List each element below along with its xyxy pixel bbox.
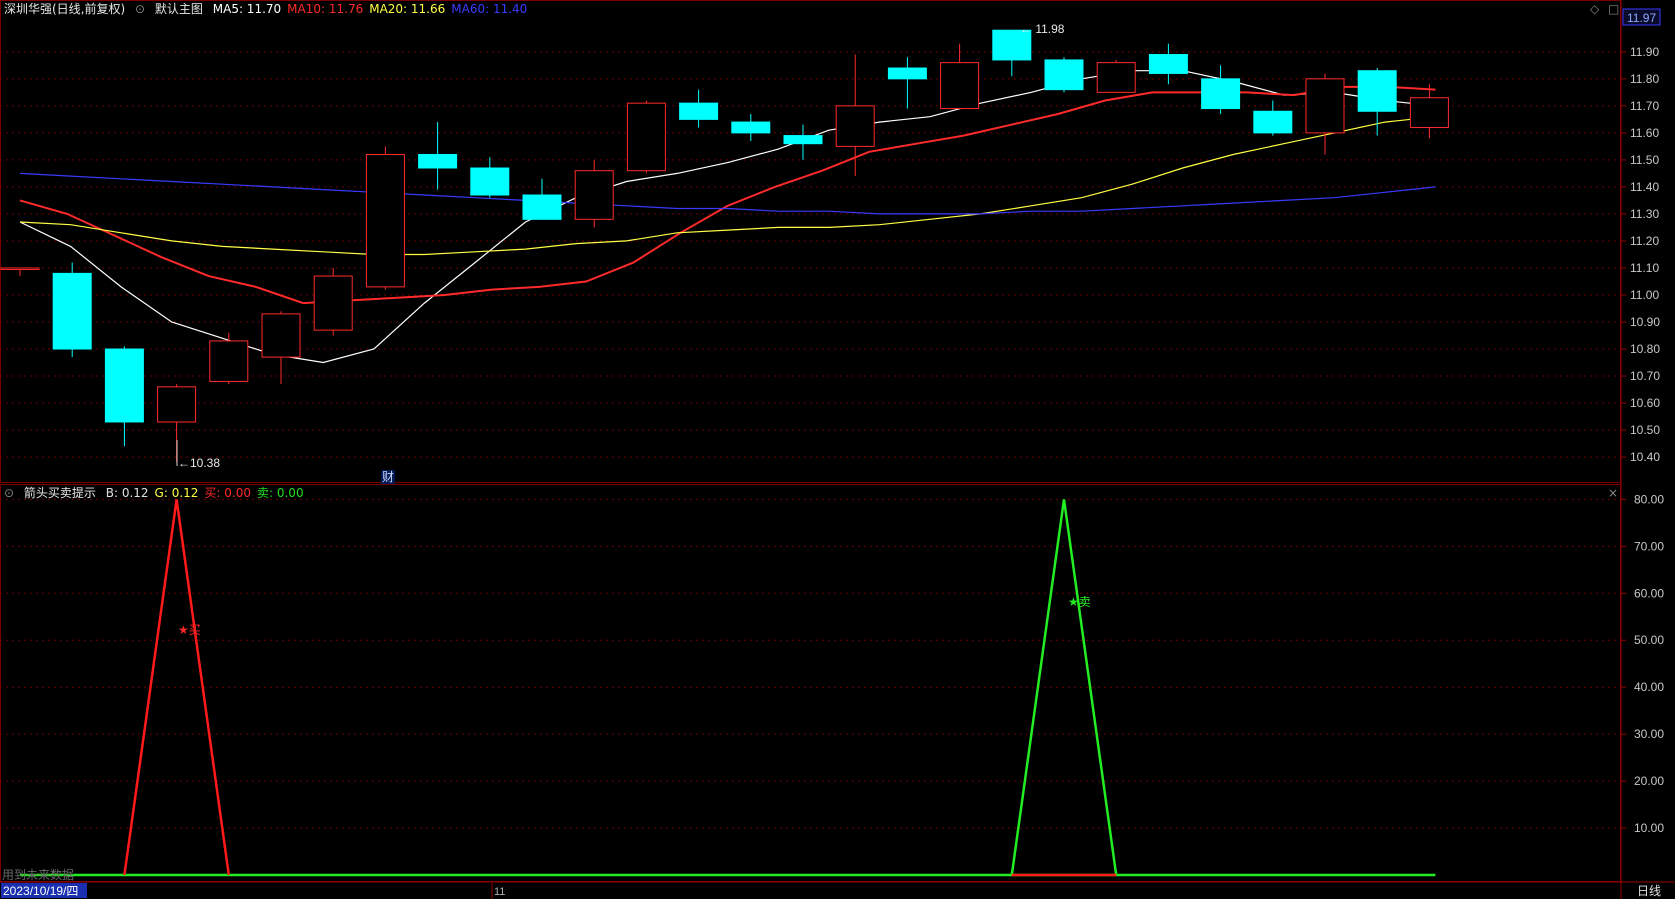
indicator-grid [0, 498, 1621, 829]
candle-down [1253, 110, 1293, 134]
price-tick-label: 10.80 [1630, 342, 1660, 356]
price-grid [0, 51, 1621, 458]
signal-line-buy [123, 499, 231, 876]
indicator-legend-item: G: 0.12 [154, 486, 199, 500]
ma-legend-item: MA20: 11.66 [369, 2, 446, 16]
candle-down [679, 102, 719, 120]
price-tick-label: 11.00 [1630, 288, 1659, 302]
price-tick-label: 10.70 [1630, 369, 1660, 383]
price-axis: 11.90 11.80 11.70 11.60 11.50 11.40 11.30 11.20… [1621, 45, 1660, 464]
indicator-panel-frame [0, 484, 1621, 882]
panel-toggle-icon[interactable]: □ [1608, 2, 1619, 16]
candle-down [1357, 70, 1397, 112]
candle-down [887, 67, 927, 80]
indicator-legend: B: 0.12 G: 0.12 买: 0.00 卖: 0.00 [106, 486, 310, 500]
ma-legend-item: MA5: 11.70 [212, 2, 282, 16]
indicator-tick-label: 30.00 [1634, 727, 1664, 741]
candle-down [731, 121, 771, 134]
price-tick-label: 11.70 [1630, 99, 1659, 113]
financial-report-marker[interactable]: 财 [382, 470, 394, 484]
indicator-close-icon[interactable]: × [1608, 486, 1618, 500]
chart-menu-icon[interactable]: ⊙ [135, 2, 145, 16]
indicator-name[interactable]: 箭头买卖提示 [24, 486, 96, 500]
indicator-tick-label: 50.00 [1634, 633, 1664, 647]
ma-line-ma20 [19, 116, 1436, 256]
candle-down [52, 272, 92, 350]
candle-up [365, 153, 405, 288]
price-tick-label: 11.20 [1630, 234, 1659, 248]
price-tick-label: 11.40 [1630, 180, 1659, 194]
candle-down [1201, 78, 1241, 110]
price-tick-label: 10.90 [1630, 315, 1660, 329]
indicator-legend-item: B: 0.12 [105, 486, 149, 500]
ma-legend-item: MA60: 11.40 [451, 2, 528, 16]
candle-down [418, 153, 458, 169]
candle-down [783, 135, 823, 145]
ma-legend: MA5: 11.70 MA10: 11.76 MA20: 11.66 MA60: 11… [213, 2, 534, 16]
price-tick-label: 11.90 [1630, 45, 1659, 59]
price-tick-label: 10.40 [1630, 450, 1660, 464]
candle-up [1305, 78, 1345, 134]
indicator-tick-label: 60.00 [1634, 586, 1664, 600]
candle-up [574, 170, 614, 220]
indicator-legend-item: 买: 0.00 [204, 486, 251, 500]
price-tick-label: 11.10 [1630, 261, 1659, 275]
chart-name[interactable]: 默认主图 [155, 2, 203, 16]
candle-down [470, 167, 510, 196]
indicator-tick-label: 40.00 [1634, 680, 1664, 694]
indicator-axis: 80.00 70.00 60.00 50.00 40.00 30.00 20.00 10.00 [1621, 492, 1664, 835]
date-cursor-label: 2023/10/19/四 [3, 884, 78, 898]
candle-up [0, 267, 40, 270]
candle-up [261, 313, 301, 358]
price-tick-label: 10.60 [1630, 396, 1660, 410]
candle-down [104, 348, 144, 423]
candle-up [209, 340, 249, 382]
price-tick-label: 10.50 [1630, 423, 1660, 437]
footer-note: 用到未来数据 [2, 867, 74, 882]
price-tick-label: 11.60 [1630, 126, 1659, 140]
indicator-header: ⊙ 箭头买卖提示 B: 0.12 G: 0.12 买: 0.00 卖: 0.00 [4, 484, 316, 502]
price-tick-label: 11.80 [1630, 72, 1659, 86]
indicator-legend-item: 卖: 0.00 [257, 486, 304, 500]
indicator-tick-label: 20.00 [1634, 774, 1664, 788]
candle-up [1409, 97, 1449, 128]
period-label[interactable]: 日线 [1637, 884, 1661, 898]
candle-up [1096, 62, 1136, 93]
low-price-marker: ←10.38 [178, 456, 220, 470]
current-price-badge: 11.97 [1627, 11, 1656, 25]
ma-line-ma5 [19, 70, 1436, 364]
indicator-menu-icon[interactable]: ⊙ [4, 486, 14, 500]
candle-down [1044, 59, 1084, 91]
candle-up [940, 62, 980, 110]
maximize-icon[interactable]: ◇ [1590, 2, 1599, 16]
candle-up [835, 105, 875, 147]
main-chart-header: 深圳华强(日线,前复权) ⊙ 默认主图 MA5: 11.70 MA10: 11.7… [4, 0, 539, 18]
indicator-tick-label: 80.00 [1634, 492, 1664, 506]
candle-down [522, 194, 562, 220]
candle-down [1148, 54, 1188, 74]
ma-legend-item: MA10: 11.76 [287, 2, 364, 16]
price-tick-label: 11.50 [1630, 153, 1659, 167]
ma-line-ma60 [19, 172, 1436, 215]
candle-up [626, 102, 666, 172]
moving-average-lines [19, 70, 1436, 364]
stock-title[interactable]: 深圳华强(日线,前复权) [4, 2, 125, 16]
ma-line-ma10 [19, 85, 1436, 305]
price-tick-label: 11.30 [1630, 207, 1659, 221]
buy-signal-label: ★买 [178, 623, 201, 637]
candle-up [313, 275, 353, 331]
candle-up [157, 386, 197, 423]
month-label: 11 [494, 886, 505, 898]
stock-chart-window[interactable]: 11.90 11.80 11.70 11.60 11.50 11.40 11.30 11.20… [0, 0, 1675, 899]
indicator-tick-label: 70.00 [1634, 539, 1664, 553]
sell-signal-label: ★卖 [1068, 595, 1091, 609]
indicator-tick-label: 10.00 [1634, 821, 1664, 835]
high-price-marker: ← 11.98 [1020, 22, 1065, 36]
